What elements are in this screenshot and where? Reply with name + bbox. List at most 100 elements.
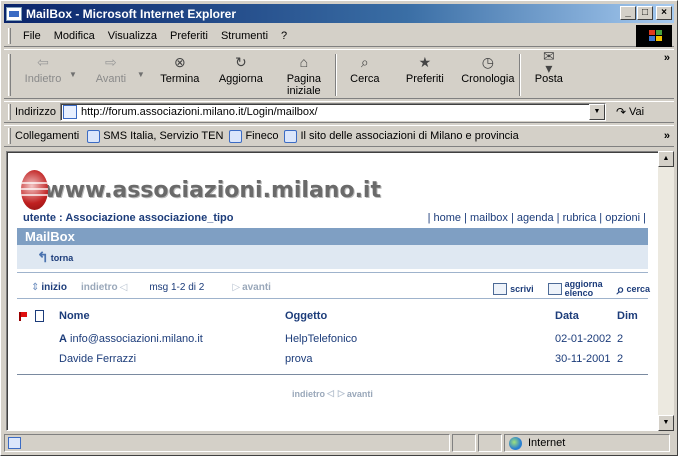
window-title: MailBox - Microsoft Internet Explorer (26, 6, 237, 21)
menu-favorites[interactable]: Preferiti (164, 30, 215, 42)
back-bar: ↰ torna (17, 245, 648, 269)
search-icon: ⌕ (360, 54, 369, 70)
torna-button[interactable]: ↰ torna (37, 249, 73, 266)
refresh-button[interactable]: ↻ Aggiorna (209, 50, 273, 85)
link-associazioni[interactable]: Il sito delle associazioni di Milano e p… (284, 129, 519, 143)
header-name[interactable]: Nome (59, 310, 90, 322)
mail-button[interactable]: ✉▾ Posta (521, 49, 577, 85)
table-row[interactable]: A info@associazioni.milano.it HelpTelefo… (17, 333, 648, 347)
status-panel (478, 434, 502, 452)
magnifier-icon: ⌕ (616, 280, 625, 297)
bottom-pager-next[interactable]: avanti (347, 389, 373, 399)
status-zone: Internet (504, 434, 670, 452)
divider (17, 272, 648, 273)
pager: ⇕ inizio indietro ◁ msg 1-2 di 2 ▷ avant… (29, 282, 271, 293)
favorites-button[interactable]: ★ Preferiti (393, 50, 457, 85)
pager-first[interactable]: inizio (41, 282, 67, 293)
links-overflow-icon[interactable]: » (664, 130, 670, 142)
ie-link-icon (284, 129, 298, 143)
page-icon (62, 105, 77, 119)
site-logo: www.associazioni.milano.it (21, 168, 381, 212)
logo-disc-icon (21, 170, 49, 210)
write-button[interactable]: scrivi (493, 283, 534, 295)
row-subject[interactable]: prova (285, 353, 313, 365)
bottom-pager-prev[interactable]: indietro (292, 389, 325, 399)
pager-prev[interactable]: indietro (81, 282, 118, 293)
address-grip (8, 104, 11, 120)
row-sender[interactable]: A info@associazioni.milano.it (59, 333, 203, 345)
menu-view[interactable]: Visualizza (102, 30, 164, 42)
status-main (4, 434, 450, 452)
page-status-icon (8, 437, 21, 449)
row-size: 2 (617, 353, 624, 365)
scroll-down-icon[interactable]: ▼ (658, 415, 674, 431)
menu-tools[interactable]: Strumenti (215, 30, 275, 42)
nav-opzioni[interactable]: opzioni (605, 212, 640, 224)
close-button[interactable]: × (656, 6, 672, 20)
title-bar: MailBox - Microsoft Internet Explorer _ … (4, 4, 674, 23)
browser-window: MailBox - Microsoft Internet Explorer _ … (0, 0, 678, 456)
address-input[interactable] (80, 106, 581, 118)
address-label: Indirizzo (15, 106, 56, 118)
history-icon: ◷ (481, 54, 494, 70)
favorites-icon: ★ (418, 54, 432, 70)
forward-dropdown-icon[interactable]: ▼ (137, 70, 145, 79)
home-button[interactable]: ⌂ Pagina iniziale (273, 50, 335, 97)
go-arrow-icon: ↷ (615, 105, 627, 119)
home-icon: ⌂ (299, 54, 309, 70)
status-panel (452, 434, 476, 452)
link-sms-italia[interactable]: SMS Italia, Servizio TEN (87, 129, 223, 143)
windows-logo-icon (636, 25, 672, 47)
address-bar: Indirizzo ▼ ↷ Vai (4, 101, 674, 123)
search-mail-button[interactable]: ⌕ cerca (616, 280, 650, 297)
pager-next[interactable]: avanti (242, 282, 271, 293)
vertical-scrollbar[interactable]: ▲ ▼ (658, 151, 674, 431)
header-date[interactable]: Data (555, 310, 579, 322)
maximize-button[interactable]: □ (637, 6, 653, 20)
refresh-list-button[interactable]: aggiorna elenco (547, 279, 603, 298)
row-date: 30-11-2001 (555, 353, 611, 365)
ie-page-icon (6, 6, 22, 21)
toolbar-overflow-icon[interactable]: » (664, 52, 670, 64)
stop-button[interactable]: ⊗ Termina (151, 50, 209, 85)
menu-file[interactable]: File (17, 30, 48, 42)
next-arrow-icon: ▷ (232, 282, 241, 293)
search-button[interactable]: ⌕ Cerca (337, 50, 393, 85)
nav-home[interactable]: home (434, 212, 462, 224)
nav-rubrica[interactable]: rubrica (563, 212, 597, 224)
link-fineco[interactable]: Fineco (229, 129, 278, 143)
header-size[interactable]: Dim (617, 310, 638, 322)
back-dropdown-icon[interactable]: ▼ (69, 70, 77, 79)
scroll-up-icon[interactable]: ▲ (658, 151, 674, 167)
table-row[interactable]: Davide Ferrazzi prova 30-11-2001 2 (17, 353, 648, 367)
address-field[interactable]: ▼ (59, 103, 606, 121)
pager-range: msg 1-2 di 2 (149, 282, 205, 293)
address-dropdown-icon[interactable]: ▼ (588, 104, 605, 120)
links-label: Collegamenti (15, 130, 80, 142)
row-sender[interactable]: Davide Ferrazzi (59, 353, 136, 365)
go-button[interactable]: ↷ Vai (616, 105, 644, 119)
minimize-button[interactable]: _ (620, 6, 636, 20)
menu-bar: File Modifica Visualizza Preferiti Strum… (4, 25, 674, 47)
divider-3 (17, 374, 648, 375)
back-arrow-icon: ⇦ (37, 54, 49, 70)
forward-button[interactable]: ⇨ Avanti (85, 50, 137, 85)
write-icon (493, 283, 508, 295)
nav-agenda[interactable]: agenda (517, 212, 554, 224)
nav-mailbox[interactable]: mailbox (470, 212, 508, 224)
row-date: 02-01-2002 (555, 333, 612, 345)
refresh-list-label: aggiorna elenco (564, 279, 603, 298)
globe-icon (509, 436, 522, 450)
header-subject[interactable]: Oggetto (285, 310, 327, 322)
back-button[interactable]: ⇦ Indietro (17, 50, 69, 85)
menu-help[interactable]: ? (275, 30, 294, 42)
first-page-icon: ⇕ (31, 282, 40, 293)
row-subject[interactable]: HelpTelefonico (285, 333, 357, 345)
history-button[interactable]: ◷ Cronologia (457, 50, 519, 85)
standard-toolbar: ⇦ Indietro ▼ ⇨ Avanti ▼ ⊗ Termina ↻ Aggi… (4, 49, 674, 99)
menu-edit[interactable]: Modifica (48, 30, 102, 42)
mail-tools: scrivi aggiorna elenco ⌕ cerca (479, 280, 650, 298)
row-size: 2 (617, 333, 624, 345)
status-bar: Internet (4, 433, 674, 453)
section-title: MailBox (17, 228, 648, 245)
